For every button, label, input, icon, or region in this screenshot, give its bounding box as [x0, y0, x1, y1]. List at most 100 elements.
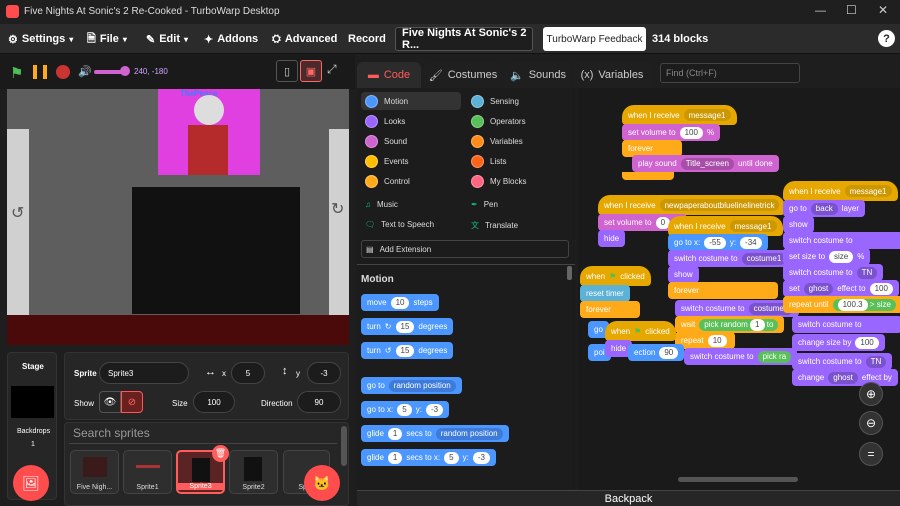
normal-stage-icon[interactable]: ▣ — [300, 60, 322, 82]
advanced-menu[interactable]: ⛭ Advanced — [272, 24, 337, 54]
block-goto-layer[interactable]: go to back layer — [783, 200, 866, 217]
block-glide-xy[interactable]: glide 1 secs to x: 5 y: -3 — [361, 449, 496, 466]
block-turn-left[interactable]: turn ↺ 15 degrees — [361, 342, 454, 359]
y-input[interactable]: -3 — [307, 362, 341, 384]
category-operators[interactable]: Operators — [471, 115, 526, 128]
delete-sprite-icon[interactable]: 🗑 — [212, 445, 229, 462]
block-repeat-until[interactable]: repeat until 100.3 > size — [783, 296, 900, 313]
block-move-steps[interactable]: move 10 steps — [361, 294, 439, 311]
find-input[interactable]: Find (Ctrl+F) — [660, 63, 800, 83]
tab-sounds[interactable]: 🔈 Sounds — [505, 62, 571, 88]
stop-icon[interactable] — [56, 65, 70, 79]
category-sound[interactable]: Sound — [365, 135, 407, 148]
sprite-list-scrollbar[interactable] — [341, 426, 347, 466]
block-switch-costume-5[interactable]: switch costume to costume1 — [675, 300, 800, 317]
block-play-sound-until-done[interactable]: play sound Title_screen until done — [632, 155, 779, 172]
block-switch-costume-tn2[interactable]: switch costume to TN — [792, 353, 893, 370]
category-looks[interactable]: Looks — [365, 115, 405, 128]
block-set-size[interactable]: set size to size% — [783, 248, 871, 265]
category-lists[interactable]: Lists — [471, 155, 506, 168]
volume-icon[interactable]: 🔊 — [78, 65, 92, 78]
category-translate[interactable]: 文 Translate — [471, 220, 518, 231]
close-icon[interactable]: ✕ — [878, 3, 888, 17]
block-point-direction-val[interactable]: ection 90 — [628, 344, 685, 361]
category-motion[interactable]: Motion — [361, 92, 461, 110]
block-glide-random[interactable]: glide 1 secs to random position — [361, 425, 509, 442]
add-extension-button[interactable]: ▤ Add Extension — [361, 240, 569, 258]
palette-scrollbar[interactable] — [567, 266, 572, 280]
fullscreen-icon[interactable]: ⤢ — [327, 62, 337, 77]
feedback-button[interactable]: TurboWarp Feedback — [543, 27, 646, 51]
block-set-volume[interactable]: set volume to 100% — [622, 124, 721, 141]
block-repeat[interactable]: repeat 10 — [675, 332, 735, 349]
category-music[interactable]: ♫ Music — [365, 200, 398, 209]
record-menu[interactable]: Record — [348, 24, 386, 54]
file-menu[interactable]: 🗎 File ▾ — [87, 24, 127, 54]
block-turn-right[interactable]: turn ↻ 15 degrees — [361, 318, 454, 335]
category-pen[interactable]: ✒ Pen — [471, 200, 498, 209]
block-reset-timer[interactable]: reset timer — [580, 285, 630, 302]
help-icon[interactable]: ? — [878, 30, 895, 47]
project-title-input[interactable]: Five Nights At Sonic's 2 R... — [395, 27, 533, 51]
stage-canvas[interactable]: ThePeace ↺ ↻ — [7, 89, 349, 345]
block-hide[interactable]: hide — [598, 230, 626, 247]
block-wait[interactable]: wait pick random 1 to — [675, 316, 785, 333]
sprite-thumb-sprite1[interactable]: Sprite1 — [123, 450, 172, 494]
category-control[interactable]: Control — [365, 175, 410, 188]
block-forever-4[interactable]: forever — [580, 301, 640, 318]
block-when-receive-2[interactable]: when I receive newpaperaboutbluelinelinet… — [598, 195, 786, 215]
greater-than-operator[interactable]: 100.3 > size — [832, 298, 896, 311]
volume-knob[interactable] — [120, 66, 130, 76]
sprite-name-input[interactable]: Sprite3 — [99, 362, 189, 384]
stage-thumbnail[interactable] — [11, 386, 54, 418]
category-events[interactable]: Events — [365, 155, 408, 168]
addons-menu[interactable]: ✦ Addons — [204, 24, 258, 54]
hide-icon[interactable]: ⊘ — [121, 391, 143, 413]
block-when-receive-6[interactable]: when I receive message1 — [783, 181, 898, 201]
minimize-icon[interactable]: — — [815, 5, 826, 17]
block-show-6[interactable]: show — [783, 216, 814, 233]
block-forever-3[interactable]: forever — [668, 282, 778, 299]
zoom-out-icon[interactable]: ⊖ — [859, 411, 883, 435]
pause-icon[interactable] — [33, 65, 47, 79]
script-workspace[interactable]: when I receive message1 set volume to 100%… — [578, 88, 900, 492]
zoom-in-icon[interactable]: ⊕ — [859, 382, 883, 406]
category-variables[interactable]: Variables — [471, 135, 523, 148]
sprite-thumb-sprite2[interactable]: Sprite2 — [229, 450, 278, 494]
block-when-receive-3[interactable]: when I receive message1 — [668, 216, 783, 236]
block-switch-costume-random[interactable]: switch costume to pick ra — [684, 348, 798, 365]
block-when-receive[interactable]: when I receive message1 — [622, 105, 737, 125]
block-switch-costume-tn[interactable]: switch costume to TN — [783, 264, 884, 281]
size-input[interactable]: 100 — [193, 391, 235, 413]
backpack-bar[interactable]: Backpack — [357, 490, 900, 506]
sprite-thumb-five-nights[interactable]: Five Nigh... — [70, 450, 119, 494]
direction-input[interactable]: 90 — [297, 391, 341, 413]
pick-random-reporter[interactable]: pick random 1 to — [699, 318, 779, 331]
block-change-ghost-effect[interactable]: change ghost effect by — [792, 369, 898, 386]
tab-variables[interactable]: (x) Variables — [573, 62, 651, 88]
character-sprite[interactable]: ThePeace — [158, 89, 260, 175]
x-input[interactable]: 5 — [231, 362, 265, 384]
block-switch-costume-6b[interactable]: switch costume to — [792, 316, 900, 333]
settings-menu[interactable]: ⚙ Settings ▾ — [8, 24, 73, 54]
block-switch-costume-6[interactable]: switch costume to — [783, 232, 900, 249]
green-flag-icon[interactable]: ⚑ — [10, 64, 23, 82]
block-switch-costume[interactable]: switch costume to costume1 — [668, 250, 793, 267]
category-text-to-speech[interactable]: 🗨 Text to Speech — [365, 220, 434, 229]
block-set-ghost-effect[interactable]: set ghost effect to 100 — [783, 280, 899, 297]
block-show[interactable]: show — [668, 266, 699, 283]
tab-costumes[interactable]: 🖌 Costumes — [423, 62, 503, 88]
category-sensing[interactable]: Sensing — [471, 95, 519, 108]
tab-code[interactable]: ▬ Code — [357, 62, 421, 88]
block-goto-xy-script[interactable]: go to x: -55 y: -34 — [668, 234, 768, 251]
horizontal-scrollbar[interactable] — [678, 477, 798, 482]
add-sprite-button[interactable]: 🐱 — [304, 465, 340, 501]
add-backdrop-button[interactable]: 🖼 — [13, 465, 49, 501]
maximize-icon[interactable]: ☐ — [846, 3, 857, 17]
show-visible-icon[interactable]: 👁 — [99, 391, 121, 413]
category-my-blocks[interactable]: My Blocks — [471, 175, 526, 188]
block-change-size[interactable]: change size by 100 — [792, 334, 885, 351]
edit-menu[interactable]: ✎ Edit ▾ — [146, 24, 188, 54]
sprite-search-input[interactable]: Search sprites — [69, 426, 337, 444]
block-goto-random[interactable]: go to random position — [361, 377, 462, 394]
